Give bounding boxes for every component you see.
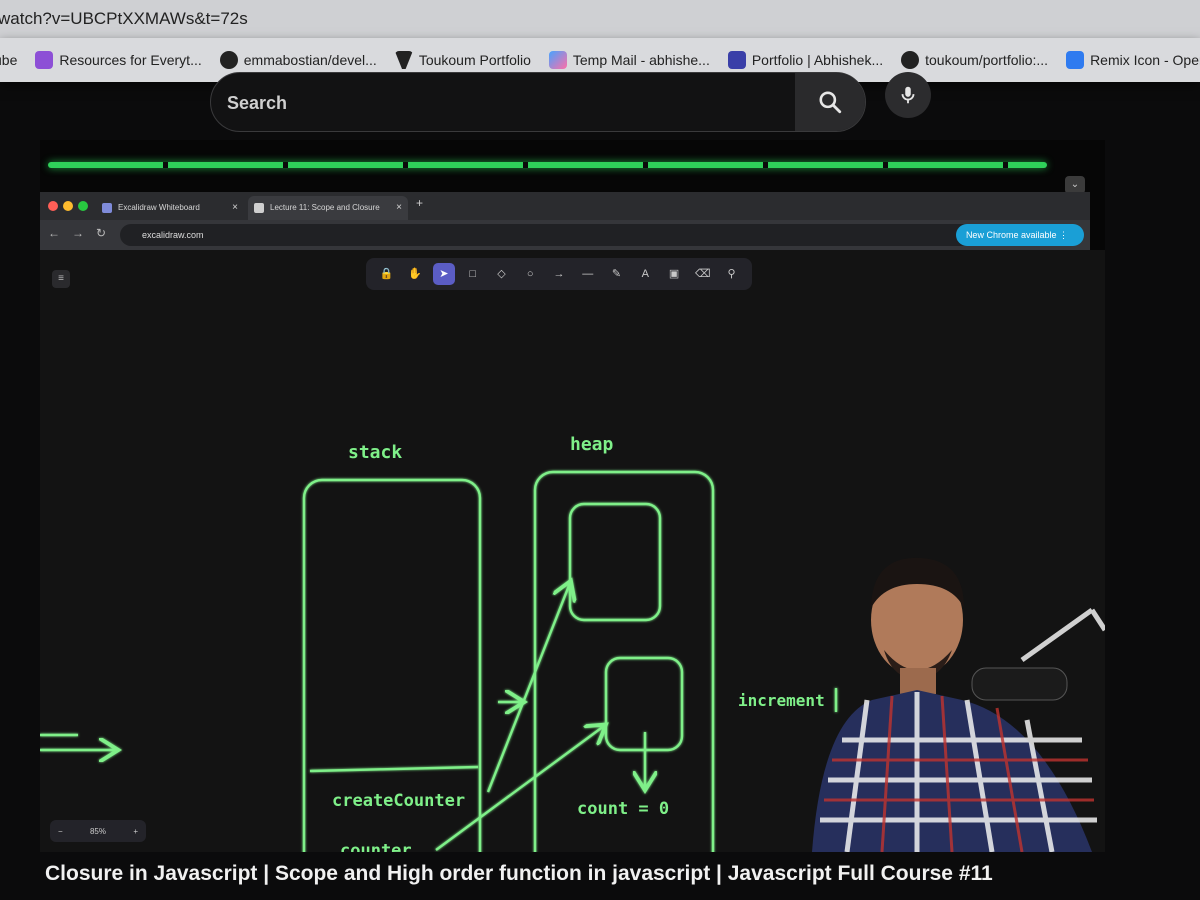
arrow-counter-to-heap bbox=[435, 726, 604, 851]
mic-icon bbox=[901, 86, 915, 104]
search-button[interactable] bbox=[795, 73, 865, 131]
label-counter: counter bbox=[340, 841, 412, 852]
remix-icon-logo bbox=[1066, 51, 1085, 69]
bookmark-toukoum-portfolio[interactable]: Toukoum Portfolio bbox=[394, 51, 531, 69]
toukoum-logo-icon bbox=[394, 51, 413, 69]
bookmark-temp-mail[interactable]: Temp Mail - abhishe... bbox=[548, 51, 710, 69]
zoom-controls: − 85% + bbox=[50, 820, 146, 842]
bookmark-remix-icon[interactable]: Remix Icon - Open s... bbox=[1066, 51, 1200, 69]
search-placeholder: Search bbox=[227, 93, 288, 113]
portfolio-icon bbox=[727, 51, 746, 69]
document-favicon-icon bbox=[254, 203, 264, 213]
voice-search-button[interactable] bbox=[885, 72, 931, 118]
heap-object-top bbox=[568, 502, 662, 622]
bookmark-resources[interactable]: Resources for Everyt... bbox=[35, 51, 202, 69]
video-title: Closure in Javascript | Scope and High o… bbox=[45, 862, 993, 885]
twitch-icon bbox=[35, 51, 54, 69]
recorded-address-field: excalidraw.com bbox=[120, 224, 1020, 246]
bookmark-youtube[interactable]: ube bbox=[0, 52, 17, 68]
maximize-dot-icon bbox=[78, 201, 88, 211]
microphone-icon bbox=[971, 667, 1068, 701]
zoom-level: 85% bbox=[89, 826, 106, 836]
chrome-update-pill: New Chrome available ⋮ bbox=[955, 224, 1084, 246]
video-progress-bar[interactable] bbox=[48, 162, 1047, 168]
minimize-dot-icon bbox=[63, 201, 73, 211]
new-tab-icon: + bbox=[416, 196, 424, 210]
bookmark-portfolio-abhishek[interactable]: Portfolio | Abhishek... bbox=[727, 51, 883, 69]
search-input[interactable]: Search bbox=[210, 72, 866, 132]
label-count: count = 0 bbox=[577, 799, 669, 819]
excalidraw-favicon-icon bbox=[102, 203, 112, 213]
label-stack: stack bbox=[348, 442, 402, 463]
heap-box bbox=[533, 470, 715, 852]
address-bar[interactable]: watch?v=UBCPtXXMAWs&t=72s bbox=[0, 0, 1200, 38]
presenter-webcam bbox=[812, 557, 1105, 852]
video-player[interactable]: ⌄ Excalidraw Whiteboard × Lecture 11: Sc… bbox=[40, 140, 1105, 852]
temp-mail-icon bbox=[548, 51, 567, 69]
recorded-omnibox-bar: ←→↻ excalidraw.com New Chrome available … bbox=[40, 220, 1090, 250]
zoom-out-button: − bbox=[58, 826, 63, 836]
recorded-tab-excalidraw: Excalidraw Whiteboard × bbox=[96, 196, 244, 220]
label-createcounter: createCounter bbox=[332, 791, 465, 811]
close-dot-icon bbox=[48, 201, 58, 211]
search-icon bbox=[819, 91, 842, 114]
zoom-in-button: + bbox=[133, 826, 138, 836]
stack-divider bbox=[309, 765, 479, 773]
window-controls bbox=[48, 201, 88, 211]
recorded-tab-lecture: Lecture 11: Scope and Closure × bbox=[248, 196, 408, 220]
bookmark-emmabostian[interactable]: emmabostian/devel... bbox=[219, 51, 377, 69]
address-url: watch?v=UBCPtXXMAWs&t=72s bbox=[0, 9, 248, 28]
close-icon: × bbox=[396, 202, 402, 213]
close-icon: × bbox=[232, 202, 238, 213]
nav-arrows-icon: ←→↻ bbox=[48, 226, 119, 240]
bookmark-toukoum-github[interactable]: toukoum/portfolio:... bbox=[901, 51, 1048, 69]
label-heap: heap bbox=[570, 434, 614, 455]
recorded-tab-strip: Excalidraw Whiteboard × Lecture 11: Scop… bbox=[40, 192, 1090, 220]
github-icon bbox=[219, 51, 238, 69]
github-icon bbox=[901, 51, 920, 69]
